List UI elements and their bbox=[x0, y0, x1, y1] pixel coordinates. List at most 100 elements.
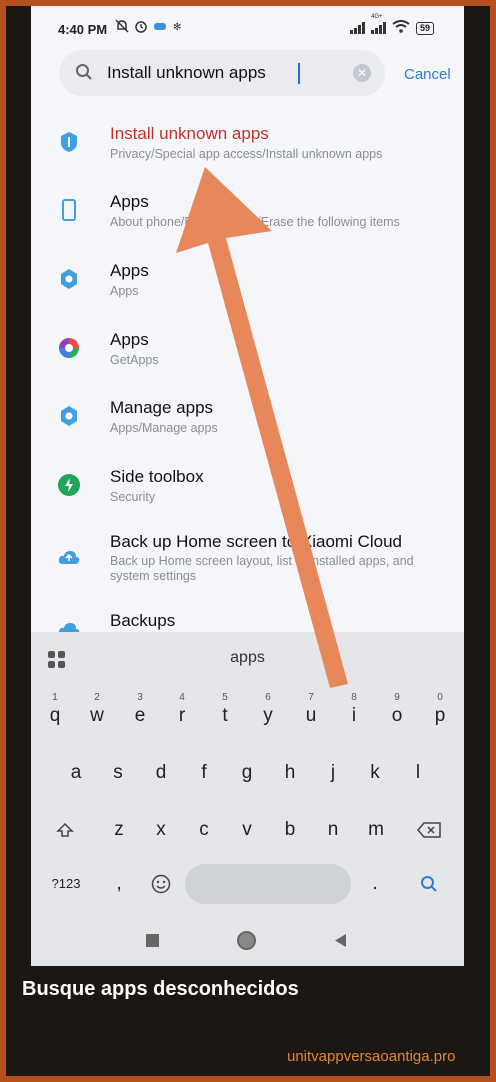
result-item[interactable]: Apps Apps bbox=[31, 253, 464, 317]
phone-edge bbox=[6, 6, 31, 966]
shift-icon bbox=[56, 822, 74, 837]
result-item[interactable]: Manage apps Apps/Manage apps bbox=[31, 390, 464, 454]
key-u[interactable]: 7u bbox=[291, 692, 331, 738]
result-title: Apps bbox=[110, 330, 149, 349]
key-number: 8 bbox=[351, 692, 357, 703]
status-time: 4:40 PM bbox=[58, 22, 108, 37]
gear-icon bbox=[57, 267, 81, 291]
key-label: y bbox=[263, 705, 273, 726]
period-key[interactable]: . bbox=[355, 862, 395, 906]
clear-icon[interactable]: ✕ bbox=[353, 64, 371, 82]
shift-key[interactable] bbox=[45, 808, 85, 852]
result-subtitle: Apps bbox=[110, 284, 139, 298]
key-q[interactable]: 1q bbox=[35, 692, 75, 738]
result-item[interactable]: Apps About phone/Factory reset/Erase the… bbox=[31, 184, 464, 248]
key-d[interactable]: d bbox=[141, 751, 181, 795]
key-x[interactable]: x bbox=[141, 808, 181, 852]
settings-small-icon: ✻ bbox=[173, 22, 182, 33]
key-t[interactable]: 5t bbox=[205, 692, 245, 738]
result-subtitle: Privacy/Special app access/Install unkno… bbox=[110, 147, 383, 161]
key-label: p bbox=[434, 705, 446, 726]
result-title: Back up Home screen to Xiaomi Cloud bbox=[110, 532, 402, 551]
key-e[interactable]: 3e bbox=[120, 692, 160, 738]
symbols-key[interactable]: ?123 bbox=[45, 862, 87, 906]
result-subtitle: Back up Home screen layout, list of inst… bbox=[110, 554, 414, 568]
key-number: 2 bbox=[94, 692, 100, 703]
shield-icon bbox=[57, 130, 81, 154]
text-cursor bbox=[298, 63, 300, 84]
search-key[interactable] bbox=[409, 862, 449, 906]
key-label: q bbox=[49, 705, 61, 726]
key-a[interactable]: a bbox=[56, 751, 96, 795]
status-bar: 4:40 PM ✻ 4G+ 59 bbox=[31, 6, 464, 48]
result-title: Install unknown apps bbox=[110, 124, 269, 143]
signal-icon-2: 4G+ bbox=[370, 14, 386, 34]
key-c[interactable]: c bbox=[184, 808, 224, 852]
status-right-group: 4G+ 59 bbox=[349, 14, 434, 36]
cloud-icon bbox=[57, 546, 81, 570]
key-p[interactable]: 0p bbox=[420, 692, 460, 738]
result-title: Side toolbox bbox=[110, 467, 204, 486]
key-j[interactable]: j bbox=[313, 751, 353, 795]
result-title: Manage apps bbox=[110, 398, 214, 417]
key-label: o bbox=[391, 705, 403, 726]
search-icon bbox=[75, 63, 93, 86]
network-type: 4G+ bbox=[370, 14, 383, 20]
key-k[interactable]: k bbox=[355, 751, 395, 795]
back-icon[interactable] bbox=[333, 933, 347, 948]
key-s[interactable]: s bbox=[98, 751, 138, 795]
caption: Busque apps desconhecidos bbox=[22, 978, 299, 1000]
suggestion-bar: apps bbox=[31, 632, 464, 682]
emoji-icon bbox=[151, 874, 171, 894]
key-label: u bbox=[305, 705, 317, 726]
result-title: Apps bbox=[110, 192, 149, 211]
key-y[interactable]: 6y bbox=[248, 692, 288, 738]
key-i[interactable]: 8i bbox=[334, 692, 374, 738]
navigation-bar bbox=[31, 914, 464, 966]
alarm-icon bbox=[134, 19, 148, 36]
result-item[interactable]: Apps GetApps bbox=[31, 322, 464, 386]
key-g[interactable]: g bbox=[227, 751, 267, 795]
key-w[interactable]: 2w bbox=[77, 692, 117, 738]
result-subtitle-line2: system settings bbox=[110, 569, 197, 583]
result-subtitle: About phone/Factory reset/Erase the foll… bbox=[110, 215, 400, 229]
phone-icon bbox=[57, 198, 81, 222]
key-number: 3 bbox=[137, 692, 143, 703]
comma-key[interactable]: , bbox=[99, 862, 139, 906]
cancel-button[interactable]: Cancel bbox=[404, 66, 451, 83]
key-b[interactable]: b bbox=[270, 808, 310, 852]
key-number: 9 bbox=[394, 692, 400, 703]
gear-icon bbox=[57, 404, 81, 428]
key-number: 5 bbox=[222, 692, 228, 703]
search-bar[interactable]: ✕ bbox=[59, 50, 385, 96]
key-l[interactable]: l bbox=[398, 751, 438, 795]
result-title: Backups bbox=[110, 611, 176, 630]
key-f[interactable]: f bbox=[184, 751, 224, 795]
key-label: w bbox=[90, 705, 104, 726]
recents-icon[interactable] bbox=[146, 934, 159, 947]
home-icon[interactable] bbox=[237, 931, 256, 950]
mute-bell-icon bbox=[115, 19, 129, 36]
result-item[interactable]: Back up Home screen to Xiaomi Cloud Back… bbox=[31, 526, 464, 608]
result-item[interactable]: Install unknown apps Privacy/Special app… bbox=[31, 116, 464, 180]
key-z[interactable]: z bbox=[99, 808, 139, 852]
key-label: i bbox=[351, 705, 357, 726]
key-number: 4 bbox=[179, 692, 185, 703]
key-h[interactable]: h bbox=[270, 751, 310, 795]
key-v[interactable]: v bbox=[227, 808, 267, 852]
phone-screen: 4:40 PM ✻ 4G+ 59 ✕ Can bbox=[31, 6, 464, 966]
key-o[interactable]: 9o bbox=[377, 692, 417, 738]
backspace-key[interactable] bbox=[409, 808, 449, 852]
suggestion-word[interactable]: apps bbox=[31, 649, 464, 667]
key-r[interactable]: 4r bbox=[162, 692, 202, 738]
emoji-key[interactable] bbox=[141, 862, 181, 906]
result-item[interactable]: Side toolbox Security bbox=[31, 459, 464, 523]
key-number: 7 bbox=[308, 692, 314, 703]
key-m[interactable]: m bbox=[356, 808, 396, 852]
key-label: t bbox=[222, 705, 228, 726]
battery-icon: 59 bbox=[415, 21, 434, 35]
search-icon bbox=[421, 876, 437, 892]
key-n[interactable]: n bbox=[313, 808, 353, 852]
search-input[interactable] bbox=[107, 59, 327, 87]
space-bar[interactable] bbox=[185, 864, 351, 904]
